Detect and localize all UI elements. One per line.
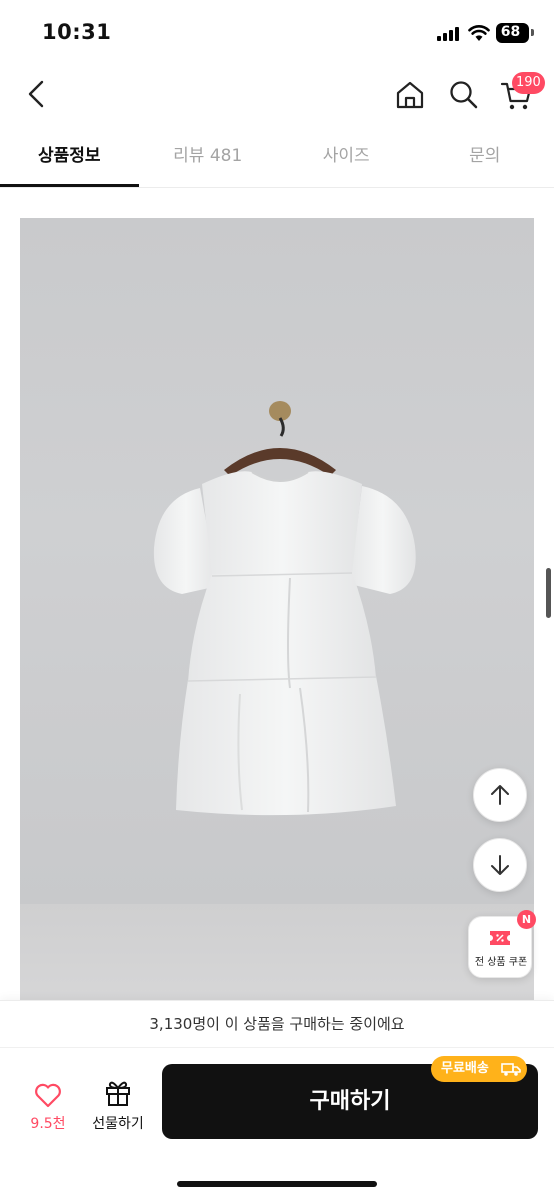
tab-inquiry[interactable]: 문의 <box>416 128 554 187</box>
status-bar: 10:31 68 <box>0 0 554 66</box>
tab-product-info[interactable]: 상품정보 <box>0 128 139 187</box>
home-icon[interactable] <box>392 77 428 113</box>
cart-count-badge: 190 <box>512 72 545 94</box>
wifi-icon <box>468 25 490 41</box>
buyers-count-banner: 3,130명이 이 상품을 구매하는 중이에요 <box>0 1000 554 1047</box>
photo-floor <box>20 904 534 1000</box>
gift-label: 선물하기 <box>92 1116 144 1132</box>
arrow-up-icon <box>491 785 509 805</box>
coupon-label: 전 상품 쿠폰 <box>474 957 528 968</box>
new-badge: N <box>517 910 536 929</box>
scroll-down-button[interactable] <box>473 838 527 892</box>
back-icon[interactable] <box>20 76 56 112</box>
arrow-down-icon <box>491 855 509 875</box>
search-icon[interactable] <box>446 77 482 113</box>
scrollbar[interactable] <box>546 568 551 618</box>
like-count: 9.5천 <box>30 1116 66 1132</box>
tab-reviews[interactable]: 리뷰 481 <box>139 128 278 187</box>
tab-size[interactable]: 사이즈 <box>277 128 416 187</box>
heart-icon <box>35 1083 61 1108</box>
truck-icon <box>501 1063 521 1076</box>
like-button[interactable]: 9.5천 <box>20 1078 76 1138</box>
top-nav <box>0 66 554 124</box>
free-shipping-label: 무료배송 <box>441 1061 489 1076</box>
gift-button[interactable]: 선물하기 <box>84 1078 152 1138</box>
battery-cap <box>531 29 534 36</box>
scroll-up-button[interactable] <box>473 768 527 822</box>
home-indicator <box>177 1181 377 1187</box>
gift-icon <box>106 1081 130 1106</box>
product-tabs: 상품정보 리뷰 481 사이즈 문의 <box>0 128 554 188</box>
battery-icon: 68 <box>496 23 529 43</box>
free-shipping-badge: 무료배송 <box>431 1056 527 1082</box>
product-image[interactable] <box>20 218 534 1000</box>
battery-level: 68 <box>500 24 521 40</box>
white-dress-on-hanger <box>153 401 416 816</box>
signal-icon <box>437 27 462 41</box>
status-time: 10:31 <box>42 20 112 44</box>
